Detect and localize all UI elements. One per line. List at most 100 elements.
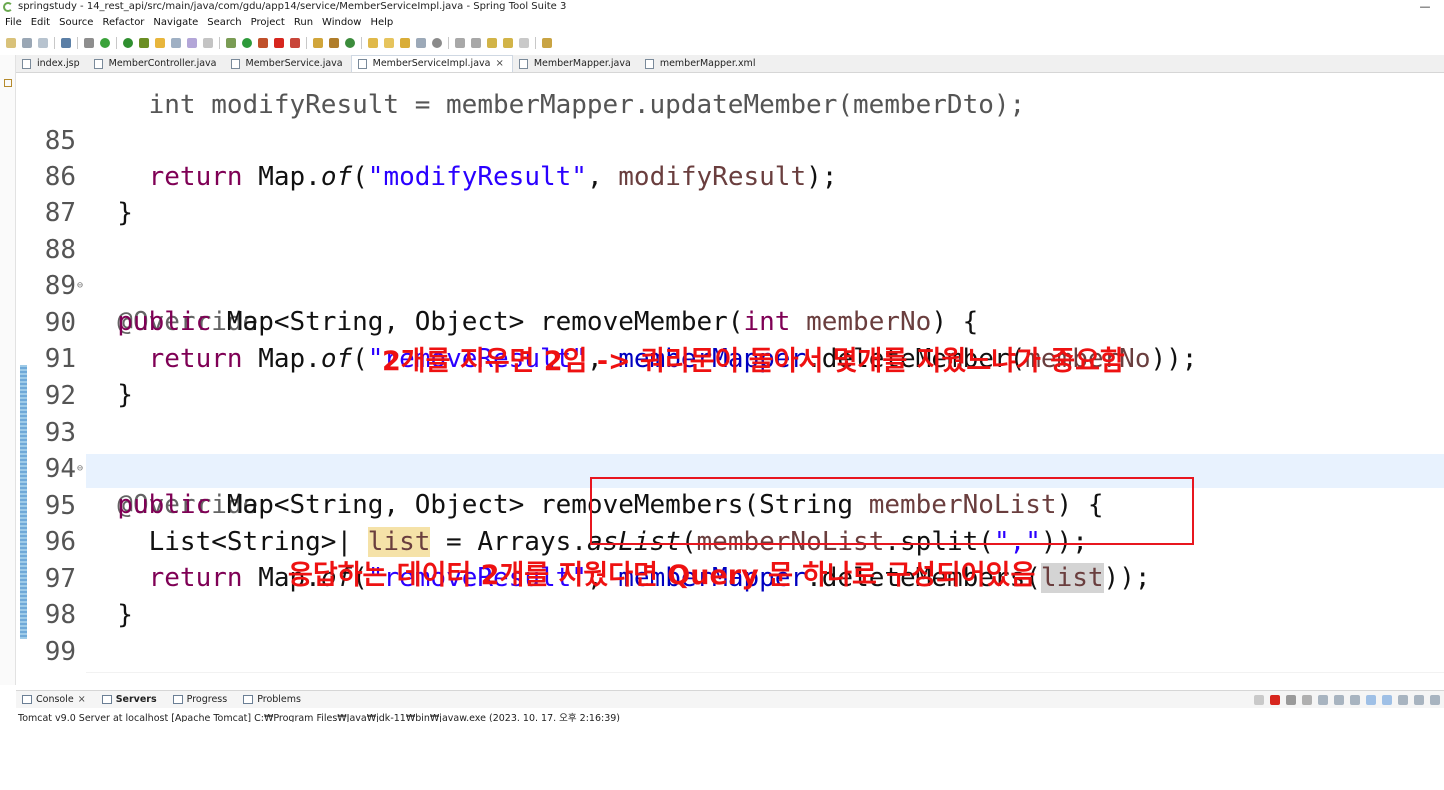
annotation-icon[interactable] bbox=[416, 38, 426, 48]
tab-problems[interactable]: Problems bbox=[237, 694, 301, 705]
debug-icon[interactable] bbox=[226, 38, 236, 48]
word-wrap-icon[interactable] bbox=[1350, 695, 1360, 705]
menu-project[interactable]: Project bbox=[251, 15, 285, 31]
toolbar-separator bbox=[219, 37, 220, 49]
tab-member-controller[interactable]: MemberController.java bbox=[88, 55, 225, 72]
tab-member-service-impl[interactable]: MemberServiceImpl.java × bbox=[350, 55, 513, 72]
new-java-project-icon[interactable] bbox=[313, 38, 323, 48]
horizontal-scrollbar[interactable]: ‹ bbox=[86, 670, 1444, 673]
restart-icon[interactable] bbox=[1254, 695, 1264, 705]
new-icon[interactable] bbox=[6, 38, 16, 48]
tab-progress[interactable]: Progress bbox=[167, 694, 227, 705]
terminate-icon[interactable] bbox=[1270, 695, 1280, 705]
code-line: 89 public Map<String, Object> removeMemb… bbox=[16, 232, 1444, 337]
menu-edit[interactable]: Edit bbox=[31, 15, 50, 31]
spring-icon[interactable] bbox=[139, 38, 149, 48]
display-console-icon[interactable] bbox=[1414, 695, 1424, 705]
code-line: 88 ⊖ @Override bbox=[16, 196, 1444, 337]
menu-window[interactable]: Window bbox=[322, 15, 361, 31]
toolbar-separator bbox=[535, 37, 536, 49]
open-type-icon[interactable] bbox=[368, 38, 378, 48]
toolbar-separator bbox=[54, 37, 55, 49]
remove-launch-icon[interactable] bbox=[1286, 695, 1296, 705]
next-annotation-icon[interactable] bbox=[455, 38, 465, 48]
minimize-button[interactable]: — bbox=[1418, 0, 1432, 14]
window-title: springstudy - 14_rest_api/src/main/java/… bbox=[18, 1, 567, 12]
code-line: 100 bbox=[16, 634, 1444, 670]
annotation-highlight-box bbox=[590, 477, 1194, 545]
save-icon[interactable] bbox=[22, 38, 32, 48]
line-number: 100 bbox=[20, 670, 76, 673]
close-icon[interactable]: × bbox=[495, 56, 503, 72]
code-line: 94 public Map<String, Object> removeMemb… bbox=[16, 415, 1444, 520]
back-icon[interactable] bbox=[503, 38, 513, 48]
tab-label: index.jsp bbox=[37, 57, 80, 69]
pin-console-icon[interactable] bbox=[1398, 695, 1408, 705]
menu-bar: File Edit Source Refactor Navigate Searc… bbox=[0, 15, 1444, 31]
previous-annotation-icon[interactable] bbox=[471, 38, 481, 48]
menu-navigate[interactable]: Navigate bbox=[153, 15, 198, 31]
spring-tool-suite-icon bbox=[3, 2, 13, 12]
tab-console[interactable]: Console × bbox=[16, 694, 86, 705]
java-file-icon bbox=[518, 58, 528, 69]
show-whitespace-icon[interactable] bbox=[203, 38, 213, 48]
menu-file[interactable]: File bbox=[5, 15, 22, 31]
code-line: 87 bbox=[16, 159, 1444, 228]
java-file-icon bbox=[230, 58, 240, 69]
toolbar-separator bbox=[116, 37, 117, 49]
link-icon[interactable] bbox=[171, 38, 181, 48]
main-toolbar bbox=[0, 33, 1444, 53]
outline-icon[interactable] bbox=[187, 38, 197, 48]
outline-view-icon[interactable] bbox=[4, 79, 12, 87]
forward-icon[interactable] bbox=[519, 38, 529, 48]
scroll-lock-icon[interactable] bbox=[1334, 695, 1344, 705]
menu-run[interactable]: Run bbox=[294, 15, 313, 31]
jsp-file-icon bbox=[22, 58, 31, 69]
skip-breakpoints-icon[interactable] bbox=[84, 38, 94, 48]
tab-servers[interactable]: Servers bbox=[96, 694, 157, 705]
coverage-icon[interactable] bbox=[290, 38, 300, 48]
new-class-icon[interactable] bbox=[345, 38, 355, 48]
open-task-icon[interactable] bbox=[384, 38, 394, 48]
terminal-icon[interactable] bbox=[61, 38, 71, 48]
tab-label: MemberServiceImpl.java bbox=[372, 58, 491, 69]
menu-source[interactable]: Source bbox=[59, 15, 93, 31]
run-icon[interactable] bbox=[242, 38, 252, 48]
open-console-icon[interactable] bbox=[1430, 695, 1440, 705]
toolbar-separator bbox=[306, 37, 307, 49]
refresh-icon[interactable] bbox=[123, 38, 133, 48]
toggle-mark-icon[interactable] bbox=[432, 38, 442, 48]
debug-server-icon[interactable] bbox=[100, 38, 110, 48]
console-output[interactable] bbox=[16, 722, 1444, 790]
search-icon[interactable] bbox=[400, 38, 410, 48]
tab-label: MemberMapper.java bbox=[533, 57, 631, 69]
menu-help[interactable]: Help bbox=[370, 15, 393, 31]
tab-label: Problems bbox=[257, 694, 301, 705]
show-on-stdout-icon[interactable] bbox=[1366, 695, 1376, 705]
tab-member-mapper-xml[interactable]: memberMapper.xml bbox=[639, 55, 764, 72]
save-all-icon[interactable] bbox=[38, 38, 48, 48]
close-icon[interactable]: × bbox=[78, 694, 86, 705]
remove-all-icon[interactable] bbox=[1302, 695, 1312, 705]
clear-console-icon[interactable] bbox=[1318, 695, 1328, 705]
last-edit-icon[interactable] bbox=[487, 38, 497, 48]
tab-member-service[interactable]: MemberService.java bbox=[225, 55, 351, 72]
tab-member-mapper[interactable]: MemberMapper.java bbox=[513, 55, 639, 72]
show-on-stderr-icon[interactable] bbox=[1382, 695, 1392, 705]
menu-refactor[interactable]: Refactor bbox=[102, 15, 144, 31]
scroll-left-icon[interactable]: ‹ bbox=[88, 670, 92, 673]
console-tab-bar: Console × Servers Progress Problems bbox=[16, 690, 1444, 708]
code-line: 90 return Map.of("removeResult", memberM… bbox=[16, 269, 1444, 374]
xml-file-icon bbox=[644, 58, 654, 69]
left-trim-stack bbox=[0, 55, 16, 685]
problems-icon bbox=[243, 695, 254, 704]
highlight-icon[interactable] bbox=[155, 38, 165, 48]
stop-icon[interactable] bbox=[274, 38, 284, 48]
code-editor[interactable]: int modifyResult = memberMapper.updateMe… bbox=[16, 73, 1444, 673]
new-package-icon[interactable] bbox=[329, 38, 339, 48]
tab-index-jsp[interactable]: index.jsp bbox=[16, 55, 88, 72]
pin-editor-icon[interactable] bbox=[542, 38, 552, 48]
code-line: 86 } bbox=[16, 123, 1444, 228]
external-tools-icon[interactable] bbox=[258, 38, 268, 48]
menu-search[interactable]: Search bbox=[207, 15, 241, 31]
